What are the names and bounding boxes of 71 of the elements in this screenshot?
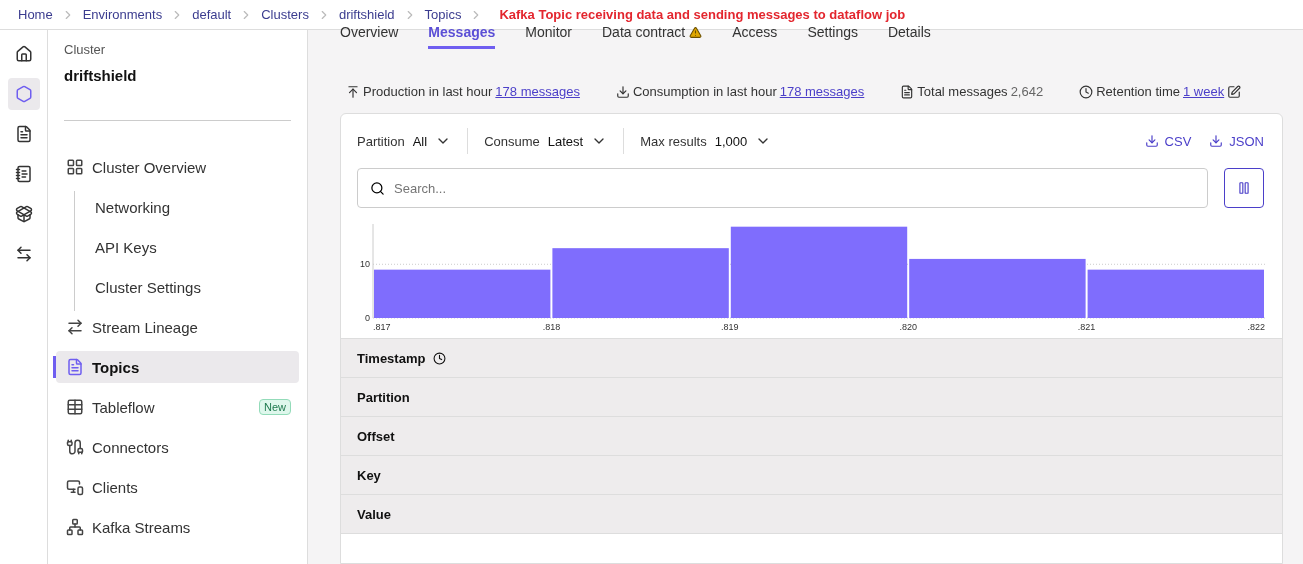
stat-label: Consumption in last hour	[632, 84, 777, 99]
breadcrumb-link[interactable]: driftshield	[338, 7, 395, 22]
y-tick-label: 0	[365, 313, 370, 323]
search-field[interactable]: Search...	[357, 168, 1208, 208]
stat-link[interactable]: 178 messages	[495, 84, 580, 99]
sidebar-item[interactable]: Stream Lineage	[56, 311, 299, 343]
sidebar-item[interactable]: Kafka Streams	[56, 511, 299, 543]
sidebar-item[interactable]: Topics	[56, 351, 299, 383]
sidebar-item[interactable]: Cluster Settings	[67, 271, 299, 303]
download-icon	[1144, 134, 1159, 148]
sidebar-caption: Cluster	[64, 42, 107, 57]
tab[interactable]: Details	[887, 24, 931, 49]
clock-icon	[1079, 84, 1094, 99]
filter-dropdown[interactable]: Partition All	[357, 128, 468, 154]
stat-label: Production in last hour	[363, 84, 493, 99]
stat-link[interactable]: 1 week	[1183, 84, 1225, 99]
column-header: Offset	[341, 416, 1282, 455]
sidebar-item[interactable]: Tableflow New	[56, 391, 299, 423]
x-tick-label: .821	[1077, 322, 1096, 332]
document-icon	[66, 358, 84, 376]
document-icon	[900, 84, 915, 99]
sidebar-item[interactable]: API Keys	[67, 231, 299, 263]
tab[interactable]: Messages	[428, 24, 496, 49]
export-button[interactable]: CSV	[1144, 133, 1192, 149]
arrows-icon	[66, 318, 84, 336]
download-icon	[615, 84, 630, 99]
column-header: Partition	[341, 377, 1282, 416]
column-header: Timestamp	[341, 338, 1282, 377]
stat-label: Retention time	[1096, 84, 1180, 99]
tab[interactable]: Access	[732, 24, 778, 49]
upload-icon	[346, 84, 360, 99]
sidebar-item[interactable]: Clients	[56, 471, 299, 503]
tab[interactable]: Monitor	[525, 24, 572, 49]
column-header: Key	[341, 455, 1282, 494]
x-tick-label: .817	[373, 322, 391, 332]
cluster-name: driftshield	[64, 67, 138, 84]
search-icon	[370, 181, 385, 196]
stat-link[interactable]: 178 messages	[779, 84, 865, 99]
breadcrumb-link[interactable]: Clusters	[261, 7, 309, 22]
x-tick-label: .820	[899, 322, 917, 332]
x-tick-label: .818	[542, 322, 561, 332]
annotation-text: Kafka Topic receiving data and sending messages to dataflow job	[499, 7, 906, 22]
breadcrumb-link[interactable]: Topics	[424, 7, 462, 22]
x-tick-label: .822	[1247, 322, 1265, 332]
stat-label: Total messages	[917, 84, 1008, 99]
filter-dropdown[interactable]: Consume Latest	[467, 128, 624, 154]
grid-icon	[66, 158, 84, 176]
stat-value: 2,642	[1010, 84, 1044, 99]
sidebar-item[interactable]: Networking	[67, 191, 299, 223]
breadcrumb-link[interactable]: Home	[18, 7, 53, 22]
pause-button[interactable]	[1224, 168, 1264, 208]
sidebar-item[interactable]: Cluster Overview	[56, 151, 299, 183]
plug-icon	[66, 438, 84, 456]
tab[interactable]: Settings	[807, 24, 858, 49]
network-icon	[66, 518, 84, 536]
edit-icon[interactable]	[1227, 84, 1242, 99]
breadcrumb-link[interactable]: Environments	[82, 7, 163, 22]
new-badge: New	[259, 399, 291, 415]
monitor-icon	[66, 478, 84, 496]
y-tick-label: 10	[360, 259, 370, 270]
tab[interactable]: Overview	[340, 24, 399, 49]
download-icon	[1209, 134, 1224, 148]
sidebar-item[interactable]: Connectors	[56, 431, 299, 463]
export-button[interactable]: JSON	[1209, 133, 1264, 149]
pause-icon	[1237, 181, 1251, 195]
x-tick-label: .819	[721, 322, 739, 332]
filter-dropdown[interactable]: Max results 1,000	[623, 128, 788, 154]
breadcrumb-link[interactable]: default	[192, 7, 232, 22]
tab[interactable]: Data contract	[602, 24, 703, 49]
column-header: Value	[341, 494, 1282, 533]
table-icon	[66, 398, 84, 416]
